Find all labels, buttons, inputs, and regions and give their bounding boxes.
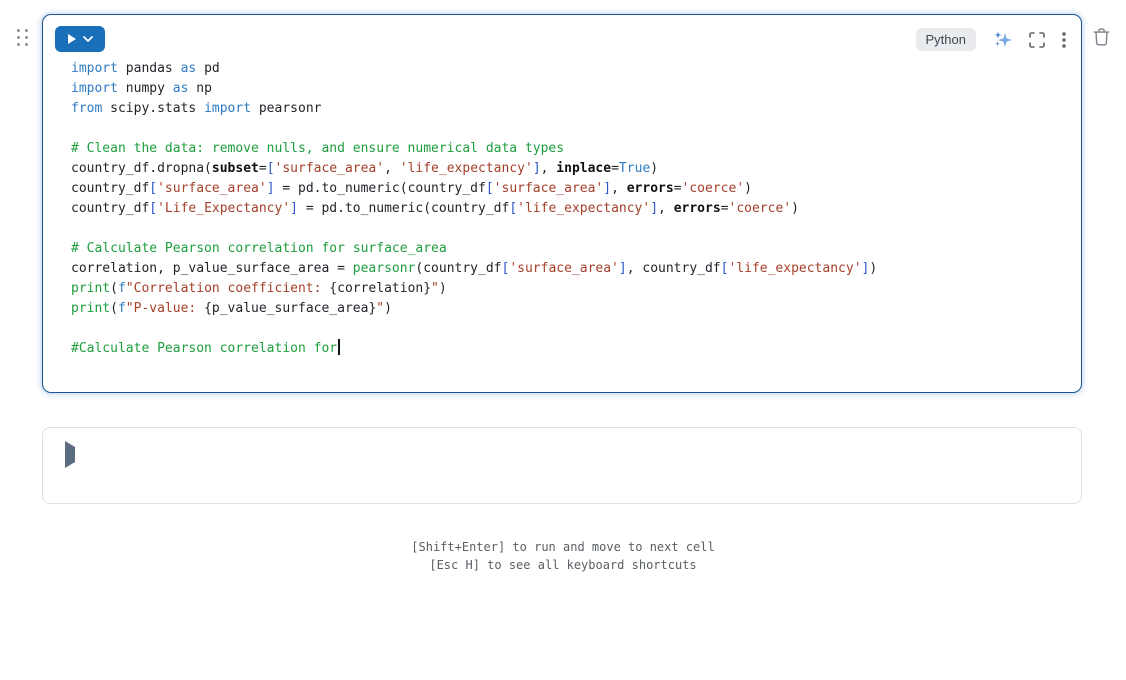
fullscreen-icon	[1029, 32, 1045, 48]
hint-shortcuts-line: [Esc H] to see all keyboard shortcuts	[0, 556, 1126, 574]
keyboard-hints: [Shift+Enter] to run and move to next ce…	[0, 538, 1126, 574]
code-line: # Clean the data: remove nulls, and ensu…	[71, 139, 1065, 159]
code-line: correlation, p_value_surface_area = pear…	[71, 259, 1065, 279]
ai-assist-button[interactable]	[993, 30, 1012, 49]
run-cell-button[interactable]	[55, 26, 105, 52]
empty-cell-run-button[interactable]	[63, 445, 77, 464]
language-badge[interactable]: Python	[916, 28, 976, 51]
hint-run-line: [Shift+Enter] to run and move to next ce…	[0, 538, 1126, 556]
code-line: # Calculate Pearson correlation for surf…	[71, 239, 1065, 259]
code-line: country_df['surface_area'] = pd.to_numer…	[71, 179, 1065, 199]
code-line: country_df.dropna(subset=['surface_area'…	[71, 159, 1065, 179]
cell-toolbar: Python	[916, 27, 1066, 52]
drag-handle-icon[interactable]	[17, 29, 31, 47]
code-line: country_df['Life_Expectancy'] = pd.to_nu…	[71, 199, 1065, 219]
empty-cell[interactable]	[42, 427, 1082, 504]
code-editor[interactable]: import pandas as pdimport numpy as npfro…	[71, 59, 1065, 376]
code-line	[71, 219, 1065, 239]
code-line: #Calculate Pearson correlation for	[71, 339, 1065, 359]
code-line	[71, 319, 1065, 339]
cell-menu-button[interactable]	[1062, 32, 1066, 48]
chevron-down-icon	[83, 36, 93, 42]
text-cursor	[338, 339, 340, 355]
trash-icon	[1093, 27, 1110, 47]
delete-cell-button[interactable]	[1093, 27, 1110, 50]
code-line: from scipy.stats import pearsonr	[71, 99, 1065, 119]
code-line: import pandas as pd	[71, 59, 1065, 79]
code-line: print(f"P-value: {p_value_surface_area}"…	[71, 299, 1065, 319]
fullscreen-button[interactable]	[1029, 32, 1045, 48]
notebook-canvas: Python	[0, 0, 1126, 680]
code-line	[71, 119, 1065, 139]
play-icon	[65, 441, 75, 468]
code-line: import numpy as np	[71, 79, 1065, 99]
kebab-menu-icon	[1062, 32, 1066, 48]
play-icon	[68, 34, 76, 44]
code-line: print(f"Correlation coefficient: {correl…	[71, 279, 1065, 299]
sparkle-icon	[993, 30, 1012, 49]
active-code-cell: Python	[42, 14, 1082, 393]
